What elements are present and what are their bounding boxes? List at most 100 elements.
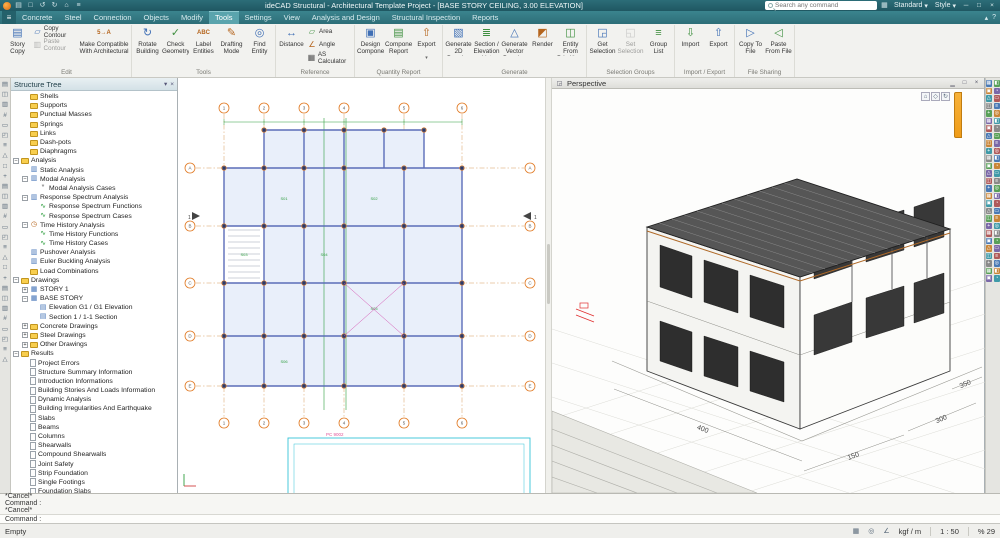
tree-item-pushover-analysis[interactable]: ▥Pushover Analysis bbox=[11, 248, 177, 257]
pin-icon[interactable]: ▾ bbox=[164, 80, 167, 88]
tree-item-time-history-cases[interactable]: ∿Time History Cases bbox=[11, 239, 177, 248]
viewport-3d[interactable]: ◲ Perspective ▁ □ × bbox=[552, 78, 985, 493]
tree-item-diaphragms[interactable]: Diaphragms bbox=[11, 147, 177, 156]
home-icon[interactable]: ⌂ bbox=[62, 1, 71, 10]
tree-item-slabs[interactable]: Slabs bbox=[11, 414, 177, 423]
tree-item-static-analysis[interactable]: ▥Static Analysis bbox=[11, 166, 177, 175]
home-view-icon[interactable]: ⌂ bbox=[921, 92, 930, 101]
tree-item-joint-safety[interactable]: Joint Safety bbox=[11, 460, 177, 469]
command-search[interactable] bbox=[765, 1, 877, 10]
tree-item-compound-shearwalls[interactable]: Compound Shearwalls bbox=[11, 450, 177, 459]
layout-grid-icon[interactable]: ▦ bbox=[880, 1, 889, 10]
tool-icon[interactable]: ▣ bbox=[986, 88, 993, 95]
tree-item-steel-drawings[interactable]: +Steel Drawings bbox=[11, 331, 177, 340]
tree-item-other-drawings[interactable]: +Other Drawings bbox=[11, 340, 177, 349]
tool-icon[interactable]: △ bbox=[986, 208, 993, 215]
snap-toggle-icon[interactable]: ◎ bbox=[868, 527, 874, 535]
tool-icon[interactable]: + bbox=[986, 223, 993, 230]
tool-icon[interactable]: ▭ bbox=[994, 208, 1000, 215]
scale-indicator[interactable]: 1 : 50 bbox=[940, 527, 959, 536]
side-panel-tab[interactable] bbox=[954, 92, 962, 138]
tab-steel[interactable]: Steel bbox=[58, 11, 87, 24]
tool-icon[interactable]: △ bbox=[986, 95, 993, 102]
tool-icon[interactable]: ▦ bbox=[986, 193, 993, 200]
tool-icon[interactable]: ◧ bbox=[994, 268, 1000, 275]
tool-icon[interactable]: ▤ bbox=[1, 182, 10, 191]
tool-icon[interactable]: ▣ bbox=[986, 163, 993, 170]
section-elevation-list-button[interactable]: ≣Section / Elevation List bbox=[473, 25, 500, 56]
angle-button[interactable]: ∠Angle bbox=[306, 38, 352, 51]
rotate-building-button[interactable]: ↻Rotate Building bbox=[134, 25, 161, 56]
tree-item-section-1-1-1-section[interactable]: ▤Section 1 / 1-1 Section bbox=[11, 313, 177, 322]
export-button[interactable]: ⇧Export▾ bbox=[413, 25, 440, 60]
window-close-icon[interactable]: × bbox=[972, 80, 981, 86]
close-panel-icon[interactable]: × bbox=[170, 81, 174, 88]
tab-objects[interactable]: Objects bbox=[138, 11, 175, 24]
tree-item-response-spectrum-analysis[interactable]: −▥Response Spectrum Analysis bbox=[11, 193, 177, 202]
ortho-toggle-icon[interactable]: ∠ bbox=[883, 527, 889, 535]
tool-icon[interactable]: ◫ bbox=[986, 215, 993, 222]
tool-icon[interactable]: ▥ bbox=[1, 202, 10, 211]
tool-icon[interactable]: ≡ bbox=[994, 215, 1000, 222]
tool-icon[interactable]: ▣ bbox=[986, 125, 993, 132]
entity-from-primitives-button[interactable]: ◫Entity From Primitives bbox=[557, 25, 584, 56]
tool-icon[interactable]: ▭ bbox=[994, 133, 1000, 140]
command-input[interactable]: Command : bbox=[0, 514, 1000, 523]
tool-icon[interactable]: ◰ bbox=[1, 131, 10, 140]
help-icon[interactable]: ? bbox=[992, 14, 996, 21]
generate-2d-drawing-button[interactable]: ▧Generate 2D Drawing bbox=[445, 25, 472, 56]
tool-icon[interactable]: △ bbox=[1, 253, 10, 262]
save-icon[interactable]: ▤ bbox=[14, 1, 23, 10]
tool-icon[interactable]: ≡ bbox=[1, 243, 10, 252]
check-geometry-button[interactable]: ✓Check Geometry bbox=[162, 25, 189, 56]
tool-icon[interactable]: ≡ bbox=[994, 178, 1000, 185]
tool-icon[interactable]: ≡ bbox=[1, 345, 10, 354]
tool-icon[interactable]: ▣ bbox=[986, 275, 993, 282]
tree-item-euler-buckling-analysis[interactable]: ▥Euler Buckling Analysis bbox=[11, 257, 177, 266]
tool-icon[interactable]: ▭ bbox=[1, 325, 10, 334]
tool-icon[interactable]: ≡ bbox=[1, 141, 10, 150]
tree-item-project-errors[interactable]: Project Errors bbox=[11, 358, 177, 367]
tool-icon[interactable]: ▦ bbox=[986, 230, 993, 237]
tool-icon[interactable]: △ bbox=[1, 355, 10, 364]
tool-icon[interactable]: ▭ bbox=[994, 95, 1000, 102]
paste-contour-button[interactable]: ▥Paste Contour bbox=[32, 38, 78, 51]
collapse-icon[interactable]: − bbox=[22, 296, 28, 302]
tool-icon[interactable]: △ bbox=[986, 133, 993, 140]
tool-icon[interactable]: ◧ bbox=[994, 230, 1000, 237]
copy-to-file-button[interactable]: ▷Copy To File bbox=[737, 25, 764, 56]
tool-icon[interactable]: △ bbox=[986, 245, 993, 252]
tab-connection[interactable]: Connection bbox=[88, 11, 138, 24]
generate-vector-drawing-button[interactable]: △Generate Vector Drawing bbox=[501, 25, 528, 56]
close-button[interactable]: × bbox=[987, 1, 997, 10]
tool-icon[interactable]: ▭ bbox=[994, 170, 1000, 177]
tree-item-structure-summary-information[interactable]: Structure Summary Information bbox=[11, 368, 177, 377]
tool-icon[interactable]: ◫ bbox=[986, 103, 993, 110]
tool-icon[interactable]: ◔ bbox=[994, 88, 1000, 95]
tree-item-results[interactable]: −Results bbox=[11, 349, 177, 358]
tool-icon[interactable]: + bbox=[1, 172, 10, 181]
group-list-button[interactable]: ≡Group List bbox=[645, 25, 672, 56]
tab-reports[interactable]: Reports bbox=[466, 11, 504, 24]
new-file-icon[interactable]: □ bbox=[26, 1, 35, 10]
tool-icon[interactable]: ▥ bbox=[1, 304, 10, 313]
tool-icon[interactable]: ▦ bbox=[986, 155, 993, 162]
story-copy-button[interactable]: ▤Story Copy bbox=[4, 25, 31, 56]
tree-item-shearwalls[interactable]: Shearwalls bbox=[11, 441, 177, 450]
tool-icon[interactable]: ◫ bbox=[1, 294, 10, 303]
get-selection-button[interactable]: ◲Get Selection bbox=[589, 25, 616, 56]
window-restore-icon[interactable]: □ bbox=[960, 80, 969, 86]
as-calculator-button[interactable]: ▦AS Calculator bbox=[306, 51, 352, 64]
tool-icon[interactable]: ◫ bbox=[986, 140, 993, 147]
tool-icon[interactable]: ◧ bbox=[994, 193, 1000, 200]
tool-icon[interactable]: △ bbox=[986, 170, 993, 177]
tree-item-springs[interactable]: Springs bbox=[11, 120, 177, 129]
menu-icon[interactable]: ≡ bbox=[74, 1, 83, 10]
tree-item-analysis[interactable]: −Analysis bbox=[11, 156, 177, 165]
expand-icon[interactable]: + bbox=[22, 332, 28, 338]
tool-icon[interactable]: ◧ bbox=[994, 118, 1000, 125]
find-entity-button[interactable]: ◎Find Entity bbox=[246, 25, 273, 56]
tree-item-strip-foundation[interactable]: Strip Foundation bbox=[11, 469, 177, 478]
collapse-icon[interactable]: − bbox=[13, 277, 19, 283]
tree-item-time-history-analysis[interactable]: −◷Time History Analysis bbox=[11, 221, 177, 230]
